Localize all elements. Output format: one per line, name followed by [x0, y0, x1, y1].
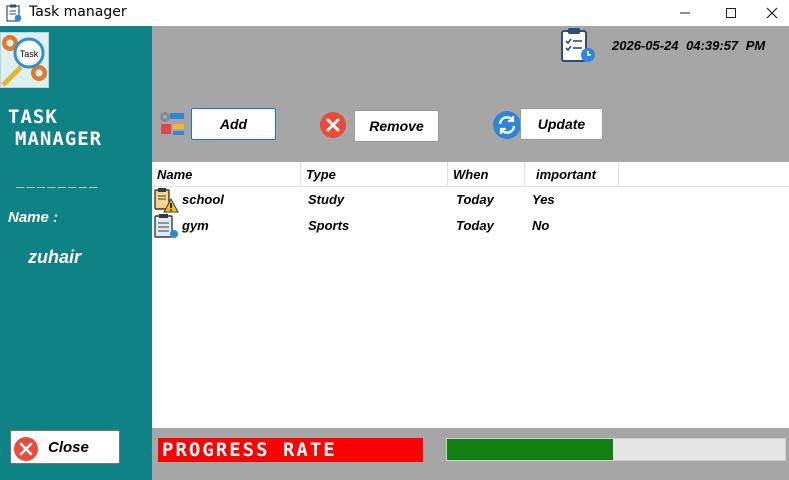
table-row[interactable]: school Study Today Yes	[152, 187, 789, 213]
close-window-button[interactable]	[754, 0, 789, 26]
progress-bar	[446, 438, 786, 461]
maximize-button[interactable]	[708, 0, 754, 26]
brand-line-2: MANAGER	[15, 128, 103, 150]
column-header-when[interactable]: When	[448, 162, 525, 187]
header-panel: 2026-05-24 04:39:57 PM Add Remove Update	[152, 26, 789, 162]
table-row[interactable]: gym Sports Today No	[152, 213, 789, 239]
remove-button[interactable]: Remove	[354, 110, 439, 142]
close-button[interactable]: Close	[10, 430, 120, 464]
clipboard-list-icon	[154, 214, 178, 238]
update-button[interactable]: Update	[520, 108, 603, 140]
task-name: gym	[182, 218, 209, 233]
logo-text: Task	[20, 49, 39, 59]
minimize-button[interactable]	[662, 0, 708, 26]
sidebar: Task TASK MANAGER ________ Name : zuhair…	[0, 26, 152, 480]
minimize-icon	[680, 12, 690, 14]
column-header-name[interactable]: Name	[152, 162, 301, 187]
close-circle-icon	[14, 437, 38, 461]
clipboard-warning-icon	[154, 188, 179, 213]
current-datetime: 2026-05-24 04:39:57 PM	[612, 38, 766, 53]
app-logo: Task	[0, 32, 49, 88]
remove-icon	[320, 112, 346, 138]
window-titlebar: Task manager	[0, 0, 789, 26]
refresh-icon	[493, 111, 521, 139]
app-icon	[6, 4, 22, 22]
task-logo-icon: Task	[1, 35, 47, 87]
table-header: Name Type When important	[152, 162, 789, 187]
task-important: Yes	[532, 192, 555, 207]
name-label: Name :	[8, 209, 59, 226]
column-header-type[interactable]: Type	[301, 162, 448, 187]
clipboard-clock-icon	[561, 28, 595, 62]
task-important: No	[532, 218, 550, 233]
maximize-icon	[726, 8, 736, 18]
task-tools-icon	[160, 112, 184, 135]
task-type: Sports	[308, 218, 350, 233]
progress-rate-label: PROGRESS RATE	[158, 438, 423, 462]
task-table: Name Type When important school Study To…	[152, 162, 789, 428]
column-header-important[interactable]: important	[525, 162, 619, 187]
progress-fill	[447, 439, 613, 460]
task-when: Today	[456, 192, 494, 207]
brand-line-1: TASK	[8, 106, 58, 128]
task-name: school	[182, 192, 224, 207]
footer-panel: PROGRESS RATE	[152, 428, 789, 480]
window-title: Task manager	[29, 4, 127, 20]
add-button[interactable]: Add	[191, 108, 276, 140]
sidebar-divider: ________	[16, 172, 100, 188]
close-icon	[766, 7, 777, 19]
task-type: Study	[308, 192, 345, 207]
close-button-label: Close	[48, 439, 89, 456]
user-name: zuhair	[28, 247, 82, 267]
app-brand: TASK MANAGER	[8, 106, 102, 150]
task-when: Today	[456, 218, 494, 233]
